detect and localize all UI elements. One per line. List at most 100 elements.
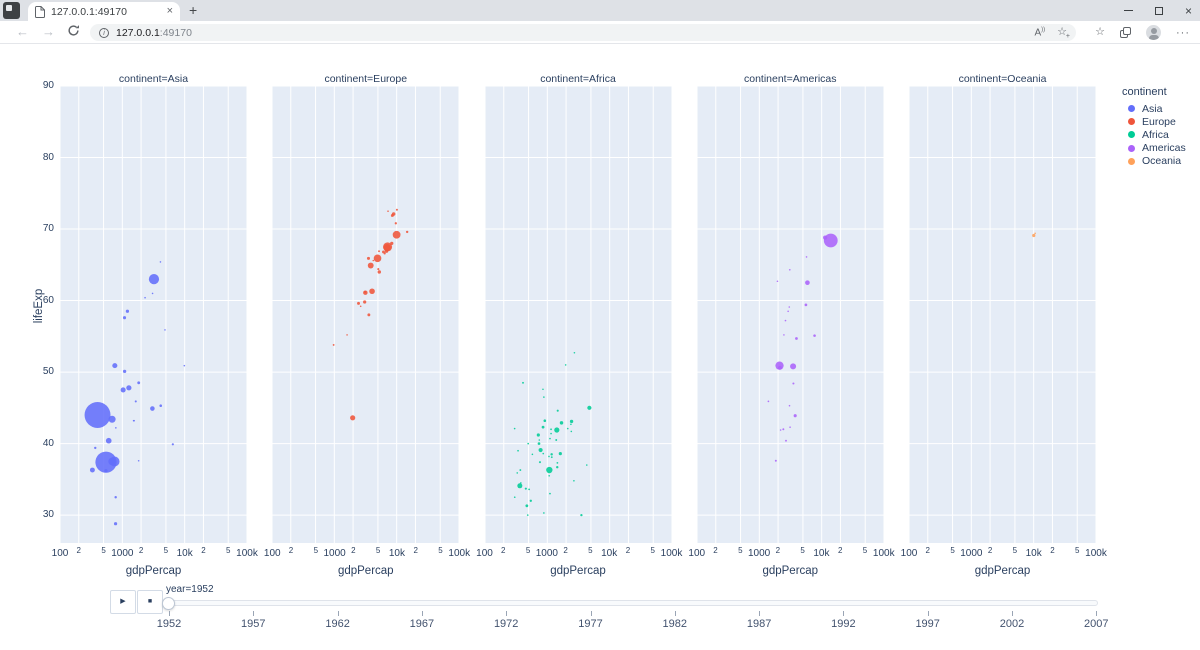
data-point (558, 452, 561, 455)
data-point (517, 483, 522, 488)
data-point (776, 280, 778, 282)
data-point (378, 268, 380, 270)
data-point (374, 255, 382, 263)
data-point (805, 280, 810, 285)
data-point (804, 304, 807, 307)
data-point (1032, 234, 1035, 237)
legend-swatch (1128, 145, 1135, 152)
data-point (383, 242, 392, 251)
data-point (542, 453, 544, 455)
data-point (785, 440, 787, 442)
gridlines (60, 86, 247, 543)
browser-window: 127.0.0.1:49170 × + × ← → i 127.0.0.1:49… (0, 0, 1200, 650)
data-point (538, 461, 540, 463)
y-tick-label: 90 (28, 80, 54, 91)
facet-plot-area[interactable] (60, 86, 247, 543)
data-point (110, 456, 120, 466)
year-tick-label[interactable]: 1957 (233, 618, 273, 630)
year-tick-label[interactable]: 1992 (823, 618, 863, 630)
data-point (1034, 233, 1036, 235)
y-tick-label: 80 (28, 152, 54, 163)
legend-item-asia[interactable]: Asia (1128, 102, 1162, 115)
play-button[interactable]: ▶ (110, 590, 136, 614)
legend-item-africa[interactable]: Africa (1128, 128, 1169, 141)
year-tick-mark (253, 611, 254, 616)
data-point (805, 256, 807, 258)
year-slider-handle[interactable] (162, 597, 175, 610)
x-axis-title: gdpPercap (697, 565, 884, 577)
data-point (570, 431, 572, 433)
data-point (378, 270, 381, 273)
data-point (133, 420, 135, 422)
legend-swatch (1128, 105, 1135, 112)
data-point (149, 274, 159, 284)
data-point (109, 416, 116, 423)
gridlines (697, 86, 884, 543)
year-tick-label[interactable]: 1967 (402, 618, 442, 630)
year-tick-label[interactable]: 1952 (149, 618, 189, 630)
year-tick-label[interactable]: 1972 (486, 618, 526, 630)
data-point (573, 480, 575, 482)
facet-plot-area[interactable] (485, 86, 672, 543)
x-axis-title: gdpPercap (485, 565, 672, 577)
legend-label: Americas (1142, 142, 1186, 154)
year-tick-mark (591, 611, 592, 616)
data-point (824, 234, 838, 248)
gridlines (485, 86, 672, 543)
year-tick-label[interactable]: 1987 (739, 618, 779, 630)
legend-title: continent (1122, 86, 1167, 98)
stop-button[interactable]: ■ (137, 590, 163, 614)
year-tick-mark (169, 611, 170, 616)
current-year-label: year=1952 (166, 584, 214, 595)
facet-plot-area[interactable] (909, 86, 1096, 543)
data-point (357, 302, 360, 305)
year-tick-mark (422, 611, 423, 616)
data-point (782, 428, 784, 430)
legend-item-europe[interactable]: Europe (1128, 115, 1176, 128)
legend-label: Asia (1142, 103, 1162, 115)
year-tick-label[interactable]: 1977 (571, 618, 611, 630)
data-point (556, 410, 558, 412)
data-point (788, 405, 790, 407)
data-point (780, 429, 782, 431)
data-point (789, 269, 791, 271)
play-icon: ▶ (120, 598, 125, 605)
data-point (172, 443, 174, 445)
year-tick-label[interactable]: 2007 (1076, 618, 1116, 630)
data-point (787, 310, 789, 312)
facet-title: continent=Africa (485, 73, 672, 85)
facet-plot-area[interactable] (697, 86, 884, 543)
year-tick-label[interactable]: 1997 (908, 618, 948, 630)
data-point (793, 414, 796, 417)
data-point (556, 466, 558, 468)
data-point (104, 469, 107, 472)
data-point (123, 316, 126, 319)
data-point (767, 401, 769, 403)
data-point (778, 366, 782, 370)
year-tick-label[interactable]: 2002 (992, 618, 1032, 630)
data-point (126, 310, 129, 313)
data-point (556, 462, 558, 464)
year-tick-label[interactable]: 1962 (318, 618, 358, 630)
facet-plot-area[interactable] (272, 86, 459, 543)
data-point (367, 257, 370, 260)
year-tick-mark (1096, 611, 1097, 616)
data-point (363, 290, 367, 294)
year-tick-label[interactable]: 1982 (655, 618, 695, 630)
stop-icon: ■ (148, 598, 152, 605)
data-point (395, 222, 397, 224)
data-point (538, 448, 542, 452)
legend-item-oceania[interactable]: Oceania (1128, 155, 1181, 168)
data-point (548, 475, 550, 477)
data-point (531, 454, 533, 456)
data-point (160, 261, 162, 263)
data-point (373, 260, 375, 262)
legend-item-americas[interactable]: Americas (1128, 142, 1186, 155)
data-point (378, 250, 380, 252)
data-point (573, 352, 575, 354)
data-point (524, 488, 526, 490)
data-point (580, 514, 582, 516)
data-point (112, 363, 117, 368)
data-point (783, 334, 785, 336)
year-slider-track[interactable] (166, 600, 1098, 606)
